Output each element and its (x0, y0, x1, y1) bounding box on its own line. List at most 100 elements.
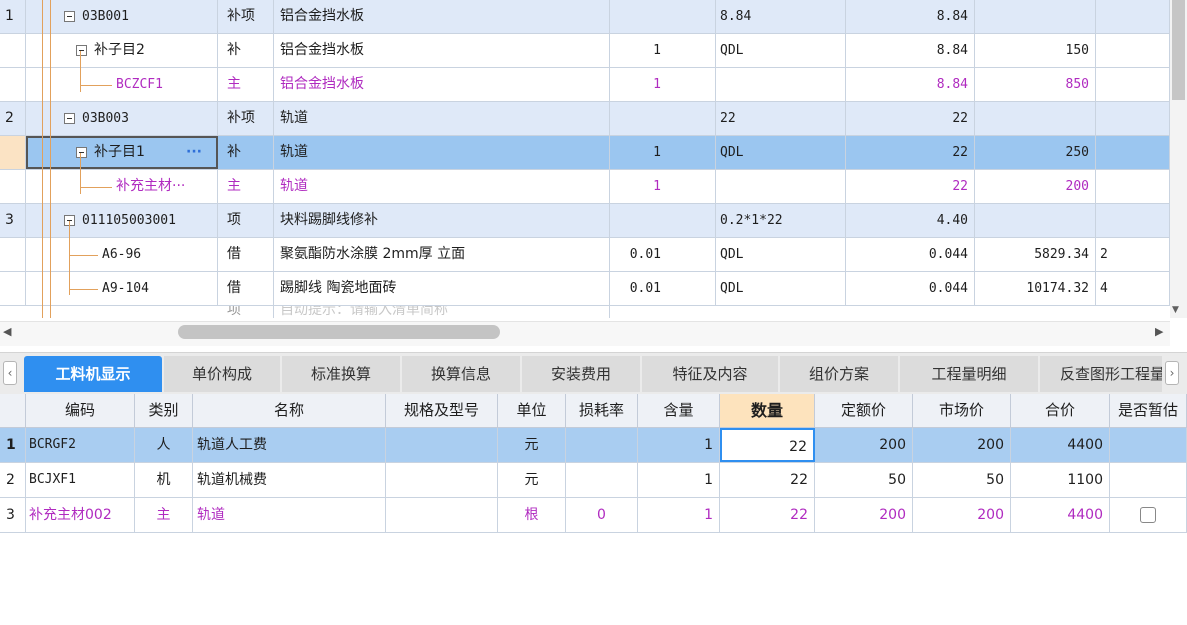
provisional-cell[interactable] (1110, 428, 1187, 462)
tree-row[interactable]: BCZCF1 主 铝合金挡水板 1 8.84 850 (0, 68, 1170, 102)
qty-cell[interactable]: 22 (846, 136, 975, 169)
header-spec[interactable]: 规格及型号 (386, 394, 498, 427)
unit-cell[interactable]: QDL (716, 272, 846, 305)
resource-code[interactable]: 补充主材002 (26, 498, 135, 532)
header-code[interactable]: 编码 (26, 394, 135, 427)
collapse-icon[interactable] (64, 113, 75, 124)
fixed-price[interactable]: 50 (815, 463, 913, 497)
qty-cell[interactable]: 0.044 (846, 238, 975, 271)
tree-row[interactable]: 补充主材··· 主 轨道 1 22 200 (0, 170, 1170, 204)
header-content[interactable]: 含量 (638, 394, 720, 427)
tree-row[interactable]: A6-96 借 聚氨酯防水涂膜 2mm厚 立面 0.01 QDL 0.044 5… (0, 238, 1170, 272)
tree-row[interactable]: 补子目2 补 铝合金挡水板 1 QDL 8.84 150 (0, 34, 1170, 68)
qty-factor[interactable]: 1 (610, 136, 716, 169)
item-name[interactable]: 轨道 (274, 102, 610, 135)
resource-content[interactable]: 1 (638, 428, 720, 462)
market-price[interactable]: 200 (913, 428, 1011, 462)
tree-row[interactable]: 3 011105003001 项 块料踢脚线修补 0.2*1*22 4.40 (0, 204, 1170, 238)
item-name[interactable]: 自动提示：请输入清单简称 (274, 306, 610, 318)
more-icon[interactable]: ··· (186, 138, 202, 167)
price-cell[interactable]: 200 (975, 170, 1096, 203)
unit-cell[interactable]: 8.84 (716, 0, 846, 33)
header-total[interactable]: 合价 (1011, 394, 1110, 427)
market-price[interactable]: 200 (913, 498, 1011, 532)
code-cell[interactable]: 03B001 (26, 0, 218, 33)
header-quantity[interactable]: 数量 (720, 394, 815, 427)
code-cell[interactable]: 补子目1 ··· (26, 136, 218, 169)
header-provisional[interactable]: 是否暂估 (1110, 394, 1187, 427)
tab-quantity-details[interactable]: 工程量明细 (900, 356, 1038, 392)
qty-factor[interactable]: 1 (610, 34, 716, 67)
quantity-input[interactable]: 22 (720, 428, 815, 462)
qty-cell[interactable]: 0.044 (846, 272, 975, 305)
resource-unit[interactable]: 元 (498, 428, 566, 462)
code-cell[interactable]: A9-104 (26, 272, 218, 305)
price-cell[interactable] (975, 0, 1096, 33)
price-cell[interactable] (975, 204, 1096, 237)
price-cell[interactable]: 5829.34 (975, 238, 1096, 271)
resource-loss-rate[interactable] (566, 463, 638, 497)
header-loss-rate[interactable]: 损耗率 (566, 394, 638, 427)
qty-factor[interactable]: 0.01 (610, 238, 716, 271)
tree-row[interactable]: 1 03B001 补项 铝合金挡水板 8.84 8.84 (0, 0, 1170, 34)
resource-spec[interactable] (386, 498, 498, 532)
code-cell[interactable]: 补充主材··· (26, 170, 218, 203)
item-name[interactable]: 铝合金挡水板 (274, 0, 610, 33)
qty-cell[interactable]: 4.40 (846, 204, 975, 237)
collapse-icon[interactable] (64, 11, 75, 22)
resource-loss-rate[interactable] (566, 428, 638, 462)
qty-factor[interactable]: 0.01 (610, 272, 716, 305)
tab-reverse-lookup-quantity[interactable]: 反查图形工程量 (1040, 356, 1162, 392)
item-name[interactable]: 铝合金挡水板 (274, 68, 610, 101)
unit-cell[interactable]: 0.2*1*22 (716, 204, 846, 237)
header-unit[interactable]: 单位 (498, 394, 566, 427)
resource-name[interactable]: 轨道人工费 (193, 428, 386, 462)
tab-scroll-right-icon[interactable]: › (1165, 361, 1179, 385)
unit-cell[interactable]: QDL (716, 238, 846, 271)
provisional-cell[interactable] (1110, 463, 1187, 497)
header-name[interactable]: 名称 (193, 394, 386, 427)
price-cell[interactable]: 850 (975, 68, 1096, 101)
resource-row-selected[interactable]: 1 BCRGF2 人 轨道人工费 元 1 22 200 200 4400 (0, 428, 1187, 463)
resource-loss-rate[interactable]: 0 (566, 498, 638, 532)
unit-cell[interactable]: QDL (716, 34, 846, 67)
qty-cell[interactable]: 22 (846, 170, 975, 203)
unit-cell[interactable]: QDL (716, 136, 846, 169)
scroll-right-arrow-icon[interactable]: ▶ (1155, 325, 1163, 338)
resource-code[interactable]: BCRGF2 (26, 428, 135, 462)
resource-content[interactable]: 1 (638, 463, 720, 497)
tree-row[interactable]: A9-104 借 踢脚线 陶瓷地面砖 0.01 QDL 0.044 10174.… (0, 272, 1170, 306)
qty-factor[interactable] (610, 102, 716, 135)
qty-factor[interactable]: 1 (610, 68, 716, 101)
resource-type[interactable]: 人 (135, 428, 193, 462)
resource-unit[interactable]: 元 (498, 463, 566, 497)
scroll-down-arrow-icon[interactable]: ▼ (1172, 305, 1179, 315)
tab-installation-fees[interactable]: 安装费用 (522, 356, 640, 392)
code-cell[interactable]: 03B003 (26, 102, 218, 135)
tab-conversion-info[interactable]: 换算信息 (402, 356, 520, 392)
tree-row-selected[interactable]: 补子目1 ··· 补 轨道 1 QDL 22 250 (0, 136, 1170, 170)
market-price[interactable]: 50 (913, 463, 1011, 497)
collapse-icon[interactable] (76, 147, 87, 158)
price-cell[interactable]: 10174.32 (975, 272, 1096, 305)
scroll-left-arrow-icon[interactable]: ◀ (3, 325, 11, 338)
item-name[interactable]: 踢脚线 陶瓷地面砖 (274, 272, 610, 305)
resource-spec[interactable] (386, 463, 498, 497)
header-type[interactable]: 类别 (135, 394, 193, 427)
qty-cell[interactable]: 22 (846, 102, 975, 135)
resource-type[interactable]: 机 (135, 463, 193, 497)
item-name[interactable]: 块料踢脚线修补 (274, 204, 610, 237)
vertical-scroll-thumb[interactable] (1172, 0, 1185, 100)
resource-quantity[interactable]: 22 (720, 498, 815, 532)
code-cell[interactable]: 补子目2 (26, 34, 218, 67)
tab-labor-material-machine[interactable]: 工料机显示 (24, 356, 162, 392)
resource-spec[interactable] (386, 428, 498, 462)
code-cell[interactable]: 011105003001 (26, 204, 218, 237)
price-cell[interactable] (975, 102, 1096, 135)
header-market-price[interactable]: 市场价 (913, 394, 1011, 427)
unit-cell[interactable] (716, 68, 846, 101)
horizontal-scrollbar[interactable] (0, 321, 1170, 346)
tab-scroll-left-icon[interactable]: ‹ (3, 361, 17, 385)
tree-row-partial[interactable]: 项 自动提示：请输入清单简称 (0, 306, 1170, 318)
tab-pricing-scheme[interactable]: 组价方案 (780, 356, 898, 392)
